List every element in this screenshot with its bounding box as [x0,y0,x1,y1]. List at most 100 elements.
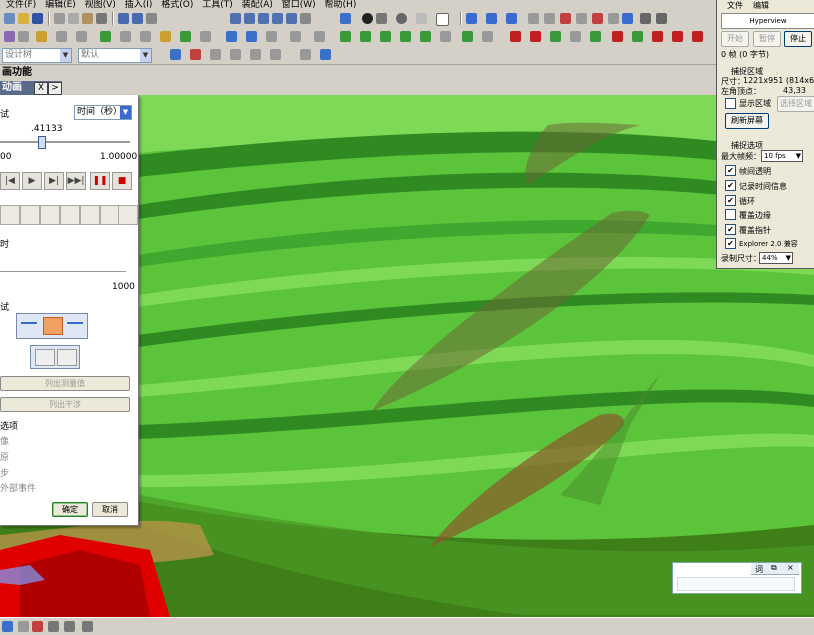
cancel-button[interactable]: 取消 [92,502,128,517]
spline-icon[interactable] [576,13,587,24]
menu-assembly[interactable]: 装配(A) [242,0,273,10]
motion-tool-icon[interactable] [40,205,60,225]
view-icon[interactable] [416,13,427,24]
status-icon[interactable] [48,621,59,632]
contact-icon[interactable] [692,31,703,42]
rewind-button[interactable]: |◀ [0,172,20,190]
motion-tool-icon[interactable] [0,205,20,225]
step-forward-button[interactable]: ▶| [44,172,64,190]
revolve-icon[interactable] [18,31,29,42]
pattern-icon[interactable] [140,31,151,42]
section-view-icon[interactable] [396,13,407,24]
floating-titlebar[interactable]: 词 ⧉ × [751,563,799,575]
menu-window[interactable]: 窗口(W) [282,0,316,10]
zoom-area-icon[interactable] [244,13,255,24]
fillet-icon[interactable] [592,13,603,24]
undo-icon[interactable] [118,13,129,24]
cover-border-checkbox[interactable] [725,209,736,220]
menu-file[interactable]: 文件(F) [6,0,36,10]
layer-properties-icon[interactable] [170,49,181,60]
shaded-icon[interactable] [340,13,351,24]
line-icon[interactable] [528,13,539,24]
arc-icon[interactable] [544,13,555,24]
shell-icon[interactable] [120,31,131,42]
list-interference-button[interactable]: 列出干涉 [0,397,130,412]
motion-tool-icon[interactable] [60,205,80,225]
trim-icon[interactable] [608,13,619,24]
explorer-compat-checkbox[interactable]: ✔ [725,238,736,249]
extrude-icon[interactable] [4,31,15,42]
copy-icon[interactable] [68,13,79,24]
list-measurements-button[interactable]: 列出测量值 [0,376,130,391]
split-line-icon[interactable] [314,31,325,42]
stop-button[interactable]: 停止 [784,31,812,47]
menu-edit[interactable]: 编辑 [753,0,769,11]
fast-forward-button[interactable]: ▶▶| [66,172,86,190]
status-icon[interactable] [32,621,43,632]
motion-tool-icon[interactable] [80,205,100,225]
hide-show-edges-icon[interactable] [250,49,261,60]
extend-icon[interactable] [400,31,411,42]
layer-combo[interactable]: 默认 ▼ [78,48,152,63]
rotate-icon[interactable] [272,13,283,24]
view-orient-icon[interactable] [300,13,311,24]
loft-icon[interactable] [56,31,67,42]
rebuild-icon[interactable] [146,13,157,24]
reference-icon[interactable] [226,31,237,42]
refresh-screen-button[interactable]: 刷新屏幕 [725,113,769,129]
max-fps-select[interactable]: 10 fps ▼ [761,150,803,162]
record-time-checkbox[interactable]: ✔ [725,180,736,191]
grid-icon[interactable] [640,13,651,24]
offset-icon[interactable] [380,31,391,42]
interference-icon[interactable] [570,31,581,42]
pause-button[interactable]: 暂停 [753,31,781,47]
draft-icon[interactable] [200,31,211,42]
line-style-icon[interactable] [230,49,241,60]
sweep-icon[interactable] [36,31,47,42]
new-icon[interactable] [4,13,15,24]
gravity-icon[interactable] [672,31,683,42]
mate-icon[interactable] [510,31,521,42]
menu-help[interactable]: 帮助(H) [325,0,357,10]
close-icon[interactable]: × [787,563,794,572]
explode-icon[interactable] [550,31,561,42]
mirror-icon[interactable] [160,31,171,42]
normal-mode-icon[interactable] [21,322,37,324]
status-icon[interactable] [64,621,75,632]
save-icon[interactable] [32,13,43,24]
speed-icon[interactable] [35,349,55,366]
start-button[interactable]: 开始 [721,31,749,47]
layer-icon[interactable] [300,49,311,60]
insert-component-icon[interactable] [530,31,541,42]
frame-slider-track[interactable] [0,271,126,272]
move-face-icon[interactable] [462,31,473,42]
zoom-in-icon[interactable] [258,13,269,24]
pause-button[interactable]: ❚❚ [90,172,110,190]
open-icon[interactable] [18,13,29,24]
line-color-icon[interactable] [190,49,201,60]
stop-button[interactable]: ■ [112,172,132,190]
simulation-icon[interactable] [612,31,623,42]
delete-face-icon[interactable] [482,31,493,42]
select-region-button[interactable]: 选择区域 [777,96,814,112]
pan-icon[interactable] [286,13,297,24]
close-icon[interactable]: X [34,82,48,95]
motion-tool-icon[interactable] [118,205,138,225]
slow-icon[interactable] [57,349,77,366]
motion-tool-icon[interactable] [20,205,40,225]
rib-icon[interactable] [180,31,191,42]
motor-icon[interactable] [632,31,643,42]
trim-surface-icon[interactable] [420,31,431,42]
spring-icon[interactable] [652,31,663,42]
zoom-fit-icon[interactable] [230,13,241,24]
record-size-select[interactable]: 44% ▼ [759,252,793,264]
time-slider-thumb[interactable] [38,136,46,149]
display-style-icon[interactable] [362,13,373,24]
menu-view[interactable]: 视图(V) [85,0,116,10]
status-icon[interactable] [18,621,29,632]
loop-checkbox[interactable]: ✔ [725,195,736,206]
point-icon[interactable] [622,13,633,24]
play-button[interactable]: ▶ [22,172,42,190]
knit-icon[interactable] [360,31,371,42]
reciprocate-mode-icon[interactable] [67,322,83,324]
